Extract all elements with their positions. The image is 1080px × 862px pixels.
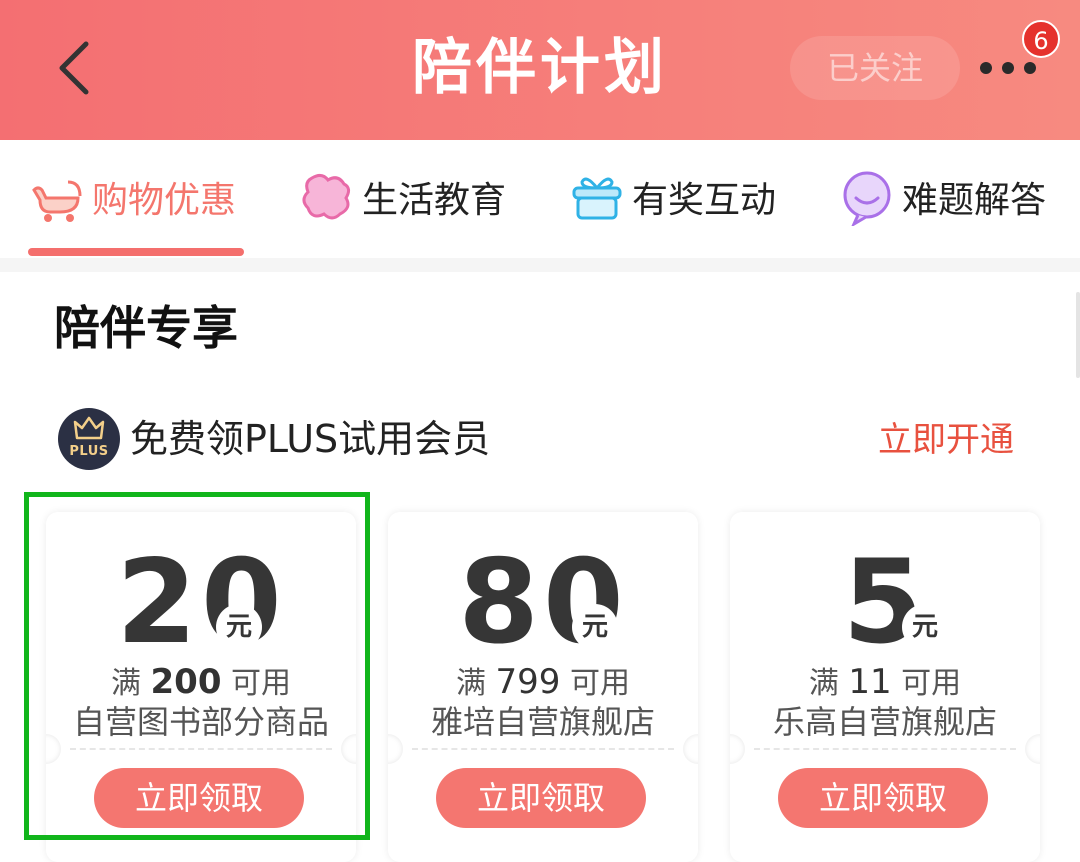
category-tabs: 购物优惠 生活教育 有奖互动 难题解答 <box>0 140 1080 258</box>
coupon-scope: 乐高自营旗舰店 <box>772 703 997 741</box>
coupon-condition-prefix: 满 <box>456 666 486 701</box>
coupon-unit: 元 <box>572 604 618 650</box>
gift-icon <box>572 177 622 220</box>
activate-now-link[interactable]: 立即开通 <box>878 414 1014 466</box>
more-dots-icon <box>980 62 992 74</box>
coupon-amount: 5 <box>842 535 928 670</box>
follow-button[interactable]: 已关注 <box>790 36 960 100</box>
tab-rewards[interactable]: 有奖互动 <box>568 166 776 228</box>
tab-label: 有奖互动 <box>632 180 777 221</box>
plus-badge: PLUS <box>58 408 120 470</box>
claim-coupon-button[interactable]: 立即领取 <box>436 768 646 828</box>
tab-label: 难题解答 <box>902 180 1047 221</box>
chat-bubble-icon <box>843 171 891 226</box>
coupon-condition-prefix: 满 <box>808 666 839 701</box>
stroller-icon <box>32 180 82 222</box>
top-header: 陪伴计划 已关注 6 <box>0 0 1080 140</box>
tab-life-education[interactable]: 生活教育 <box>298 166 506 228</box>
coupon-condition-suffix: 可用 <box>570 666 630 701</box>
crown-icon <box>73 416 105 440</box>
tab-shopping[interactable]: 购物优惠 <box>28 166 236 228</box>
coupon-condition: 满 799 可用 <box>388 662 698 704</box>
plus-offer-text: 免费领PLUS试用会员 <box>130 417 491 461</box>
coupon-condition-value: 799 <box>495 662 561 702</box>
coupon-divider <box>754 748 1016 750</box>
tab-label: 购物优惠 <box>92 180 237 221</box>
notification-badge: 6 <box>1022 20 1060 58</box>
coupon-card: 5 元 满 11 可用 乐高自营旗舰店 立即领取 <box>730 512 1040 862</box>
tab-label: 生活教育 <box>362 180 507 221</box>
coupon-condition-value: 11 <box>848 662 892 702</box>
claim-coupon-button[interactable]: 立即领取 <box>778 768 988 828</box>
puzzle-icon <box>302 173 351 220</box>
coupon-unit: 元 <box>902 604 948 650</box>
scrollbar[interactable] <box>1076 292 1080 378</box>
coupon-amount: 80 <box>458 535 628 670</box>
plus-membership-row: PLUS 免费领PLUS试用会员 立即开通 <box>58 408 1028 472</box>
plus-badge-text: PLUS <box>69 444 109 459</box>
tab-qa[interactable]: 难题解答 <box>838 166 1046 228</box>
more-dot <box>1002 62 1014 74</box>
more-dot <box>1024 62 1036 74</box>
coupon-card: 80 元 满 799 可用 雅培自营旗舰店 立即领取 <box>388 512 698 862</box>
coupon-scope: 雅培自营旗舰店 <box>430 703 655 741</box>
coupon-condition: 满 11 可用 <box>730 662 1040 704</box>
coupon-condition-suffix: 可用 <box>901 666 962 701</box>
active-tab-indicator <box>28 248 244 256</box>
coupon-divider <box>412 748 674 750</box>
section-title: 陪伴专享 <box>54 301 238 355</box>
selection-highlight <box>24 492 370 840</box>
section-divider <box>0 258 1080 272</box>
